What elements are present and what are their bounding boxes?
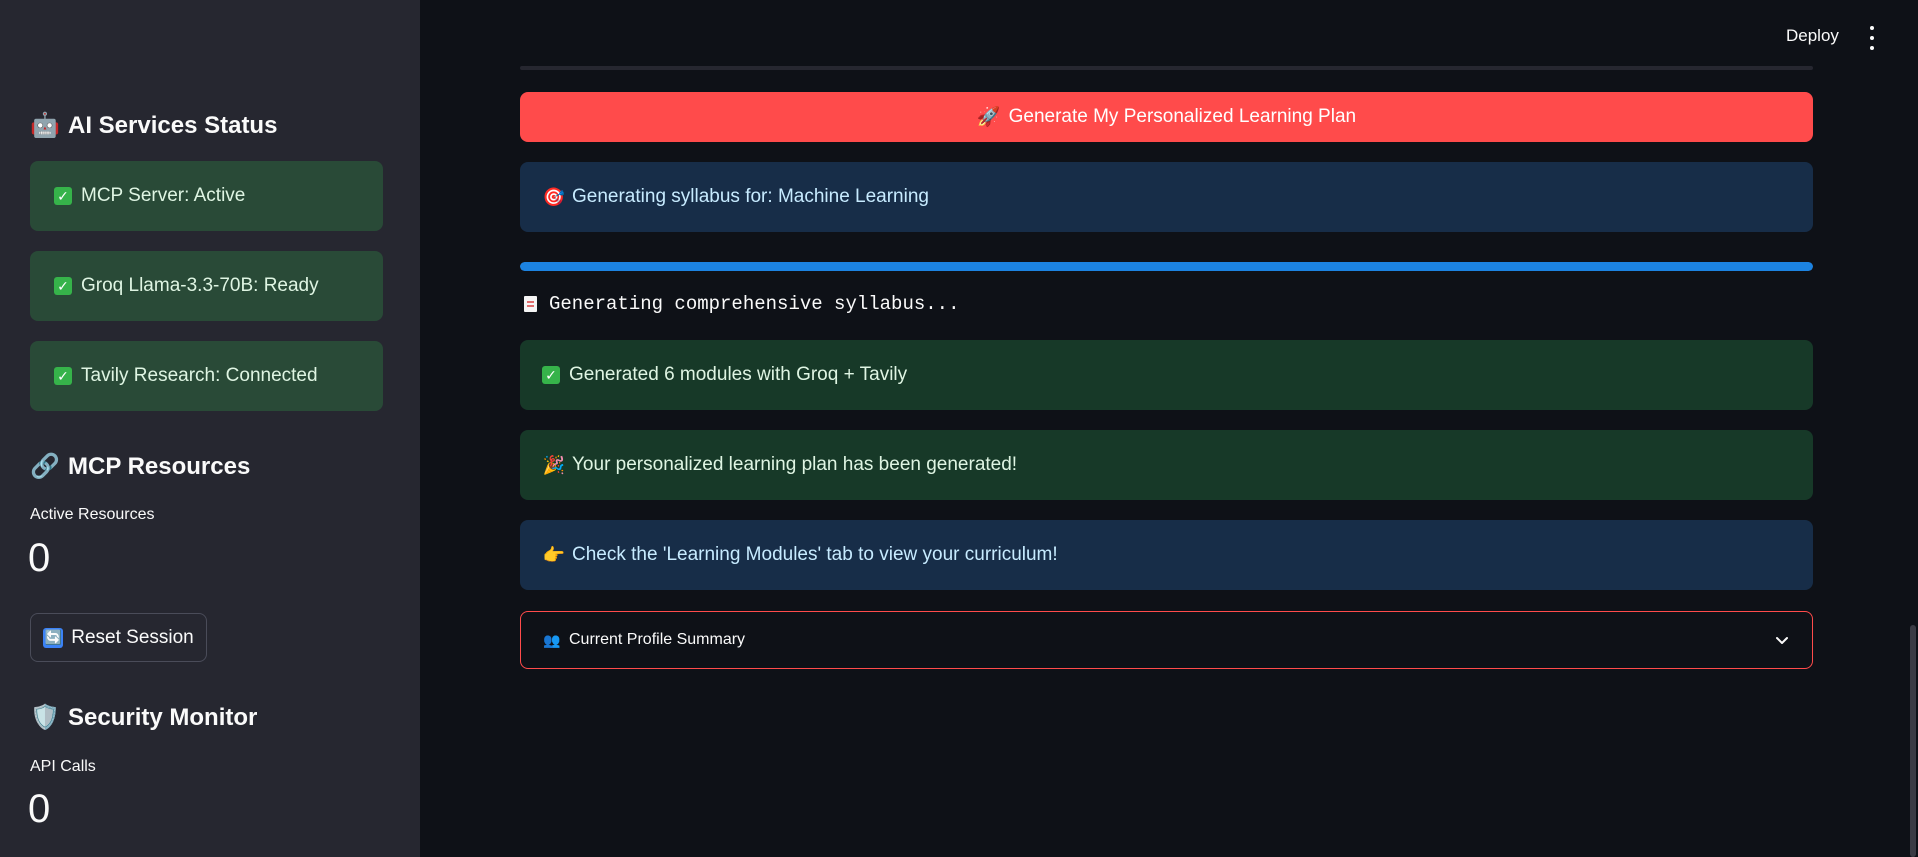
deploy-button[interactable]: Deploy (1786, 26, 1839, 46)
status-mcp-server: ✓ MCP Server: Active (30, 161, 383, 231)
status-label: Groq Llama-3.3-70B: Ready (81, 275, 319, 296)
check-icon: ✓ (54, 187, 72, 205)
status-code-line: Generating comprehensive syllabus... (524, 293, 959, 315)
profile-summary-label: Current Profile Summary (569, 631, 746, 648)
mcp-resources-heading: 🔗 MCP Resources (30, 452, 250, 481)
active-resources-value: 0 (28, 536, 51, 580)
generate-plan-label: Generate My Personalized Learning Plan (1008, 106, 1357, 127)
check-icon: ✓ (542, 366, 560, 384)
security-monitor-title: Security Monitor (68, 703, 258, 731)
scrolled-element-edge (520, 66, 1813, 70)
success-plan-text: Your personalized learning plan has been… (572, 454, 1018, 475)
security-monitor-heading: 🛡️ Security Monitor (30, 703, 257, 732)
status-label: Tavily Research: Connected (81, 365, 318, 386)
success-plan-alert: 🎉 Your personalized learning plan has be… (520, 430, 1813, 500)
api-calls-value: 0 (28, 787, 51, 831)
info-generating-alert: 🎯 Generating syllabus for: Machine Learn… (520, 162, 1813, 232)
ai-services-title: AI Services Status (68, 111, 278, 139)
sidebar: 🤖 AI Services Status ✓ MCP Server: Activ… (0, 0, 420, 857)
shield-icon: 🛡️ (30, 704, 60, 731)
rocket-icon: 🚀 (976, 107, 1001, 128)
chevron-down-icon (1776, 637, 1788, 644)
party-popper-icon: 🎉 (542, 454, 566, 475)
robot-icon: 🤖 (30, 112, 60, 139)
target-icon: 🎯 (542, 186, 566, 207)
profile-summary-expander[interactable]: 👥 Current Profile Summary (520, 611, 1813, 669)
info-check-alert: 👉 Check the 'Learning Modules' tab to vi… (520, 520, 1813, 590)
api-calls-label: API Calls (30, 758, 96, 775)
status-label: MCP Server: Active (81, 185, 246, 206)
progress-fill (520, 262, 1813, 271)
check-icon: ✓ (54, 367, 72, 385)
progress-bar (520, 262, 1813, 271)
more-menu-icon[interactable] (1866, 26, 1878, 50)
link-icon: 🔗 (30, 453, 60, 480)
generate-plan-button[interactable]: 🚀 Generate My Personalized Learning Plan (520, 92, 1813, 142)
mcp-resources-title: MCP Resources (68, 452, 251, 480)
refresh-icon: 🔄 (43, 627, 64, 648)
success-modules-alert: ✓ Generated 6 modules with Groq + Tavily (520, 340, 1813, 410)
app-root: 🤖 AI Services Status ✓ MCP Server: Activ… (0, 0, 1918, 857)
success-modules-text: Generated 6 modules with Groq + Tavily (569, 364, 908, 385)
ai-services-heading: 🤖 AI Services Status (30, 111, 277, 140)
check-icon: ✓ (54, 277, 72, 295)
scrollbar[interactable] (1910, 625, 1916, 857)
pointing-hand-icon: 👉 (542, 544, 566, 565)
status-groq: ✓ Groq Llama-3.3-70B: Ready (30, 251, 383, 321)
reset-session-button[interactable]: 🔄 Reset Session (30, 613, 207, 662)
info-generating-text: Generating syllabus for: Machine Learnin… (572, 186, 929, 207)
document-icon (524, 296, 537, 312)
active-resources-label: Active Resources (30, 506, 155, 523)
reset-session-label: Reset Session (71, 626, 194, 648)
profile-icon: 👥 (543, 631, 561, 648)
info-check-text: Check the 'Learning Modules' tab to view… (572, 544, 1058, 565)
status-code-text: Generating comprehensive syllabus... (549, 293, 960, 315)
status-tavily: ✓ Tavily Research: Connected (30, 341, 383, 411)
